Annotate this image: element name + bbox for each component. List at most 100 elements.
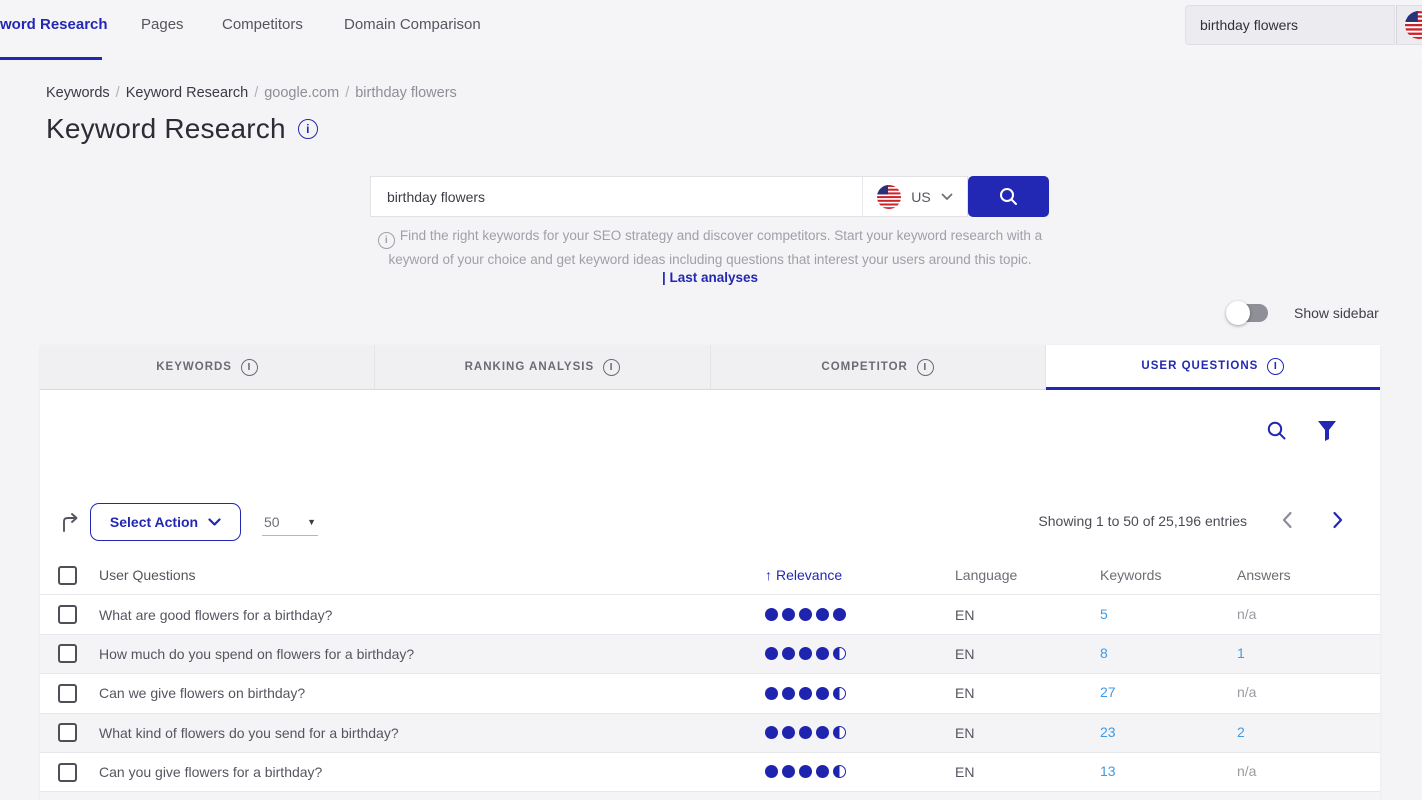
answers-na: n/a [1237,684,1256,700]
answers-cell: n/a [1237,684,1380,702]
relevance-dot-full [782,608,795,621]
row-checkbox[interactable] [58,684,77,703]
relevance-dot-full [833,608,846,621]
keyword-research-page: word Research Pages Competitors Domain C… [0,0,1422,800]
tab-user-questions[interactable]: USER QUESTIONSi [1046,345,1380,390]
show-sidebar-label: Show sidebar [1294,305,1379,321]
us-flag-icon [1405,11,1422,39]
relevance-rating [765,606,955,624]
nav-item-keyword-research[interactable]: word Research [0,16,108,33]
breadcrumb-keyword: birthday flowers [355,85,457,101]
breadcrumb-keywords[interactable]: Keywords [46,85,110,101]
relevance-rating [765,724,955,742]
language-value: EN [955,646,1100,662]
question-text: What kind of flowers do you send for a b… [99,725,765,741]
relevance-rating [765,684,955,702]
question-text: Can you give flowers for a birthday? [99,764,765,780]
last-analyses-link[interactable]: | Last analyses [363,270,1057,285]
page-title: Keyword Research [46,113,286,145]
tab-info-icon[interactable]: i [603,359,620,376]
breadcrumb-domain[interactable]: google.com [264,85,339,101]
relevance-dot-full [816,726,829,739]
search-icon [998,186,1019,207]
question-text: Can we give flowers on birthday? [99,685,765,701]
relevance-dot-full [765,647,778,660]
keywords-count-link[interactable]: 23 [1100,724,1116,740]
feature-description: iFind the right keywords for your SEO st… [363,225,1057,271]
pagination-next-button[interactable] [1332,511,1350,531]
table-row: What kind of flowers do you send for a b… [40,714,1380,753]
relevance-dot-full [782,647,795,660]
title-info-icon[interactable]: i [298,119,318,139]
chevron-down-icon [941,193,953,201]
country-select[interactable]: US [862,176,968,217]
nav-item-competitors[interactable]: Competitors [222,16,303,33]
breadcrumb: Keywords/Keyword Research/google.com/bir… [46,85,457,101]
keyword-input-wrap [370,176,862,217]
relevance-dot-half [833,687,846,700]
row-checkbox[interactable] [58,723,77,742]
relevance-rating [765,645,955,663]
relevance-dot-full [765,726,778,739]
language-value: EN [955,764,1100,780]
row-checkbox[interactable] [58,763,77,782]
question-text: How much do you spend on flowers for a b… [99,646,765,662]
page-size-select[interactable]: 50 ▼ [262,508,318,536]
chevron-left-icon [1281,511,1293,529]
column-keywords[interactable]: Keywords [1100,567,1237,583]
table-search-button[interactable] [1266,420,1290,444]
keyword-search-button[interactable] [968,176,1049,217]
table-row: What are good flowers for a birthday?EN5… [40,595,1380,634]
table-filter-button[interactable] [1317,420,1341,444]
pagination-prev-button[interactable] [1281,511,1299,531]
relevance-dot-full [782,687,795,700]
relevance-dot-full [782,726,795,739]
tab-competitor[interactable]: COMPETITORi [711,345,1046,390]
column-language[interactable]: Language [955,567,1100,583]
relevance-dot-full [765,608,778,621]
select-action-button[interactable]: Select Action [90,503,241,541]
tab-ranking-analysis[interactable]: RANKING ANALYSISi [375,345,710,390]
select-all-checkbox[interactable] [58,566,77,585]
keywords-count-link[interactable]: 27 [1100,684,1116,700]
relevance-dot-full [782,765,795,778]
dropdown-triangle-icon: ▼ [307,517,316,527]
export-button[interactable] [60,511,84,535]
active-nav-underline [0,57,102,60]
tab-info-icon[interactable]: i [1267,358,1284,375]
answers-count-link[interactable]: 1 [1237,645,1245,661]
relevance-rating [765,763,955,781]
relevance-dot-full [816,608,829,621]
topnav-search-input[interactable] [1200,17,1380,33]
keywords-count-link[interactable]: 13 [1100,763,1116,779]
keyword-search-group: US [370,176,1049,217]
chevron-down-icon [208,518,221,527]
showing-entries-text: Showing 1 to 50 of 25,196 entries [1038,513,1247,529]
table-row: How much do you spend on flowers for a b… [40,635,1380,674]
nav-item-domain-comparison[interactable]: Domain Comparison [344,16,481,33]
relevance-dot-full [799,687,812,700]
tab-keywords[interactable]: KEYWORDSi [40,345,375,390]
column-user-questions[interactable]: User Questions [99,567,765,583]
breadcrumb-keyword-research[interactable]: Keyword Research [126,85,249,101]
answers-na: n/a [1237,763,1256,779]
tab-info-icon[interactable]: i [241,359,258,376]
nav-item-pages[interactable]: Pages [141,16,184,33]
keywords-count-link[interactable]: 8 [1100,645,1108,661]
row-checkbox[interactable] [58,644,77,663]
show-sidebar-toggle[interactable] [1228,304,1268,322]
column-relevance-sort[interactable]: ↑Relevance [765,567,955,583]
tab-info-icon[interactable]: i [917,359,934,376]
table-header: User Questions ↑Relevance Language Keywo… [40,556,1380,595]
language-value: EN [955,685,1100,701]
answers-cell: n/a [1237,763,1380,781]
next-row-partial [40,792,1380,800]
relevance-dot-half [833,765,846,778]
keyword-input[interactable] [387,189,846,205]
answers-na: n/a [1237,606,1256,622]
answers-count-link[interactable]: 2 [1237,724,1245,740]
row-checkbox[interactable] [58,605,77,624]
keywords-count-link[interactable]: 5 [1100,606,1108,622]
column-answers[interactable]: Answers [1237,567,1380,583]
topnav-country-selector[interactable] [1396,5,1422,45]
